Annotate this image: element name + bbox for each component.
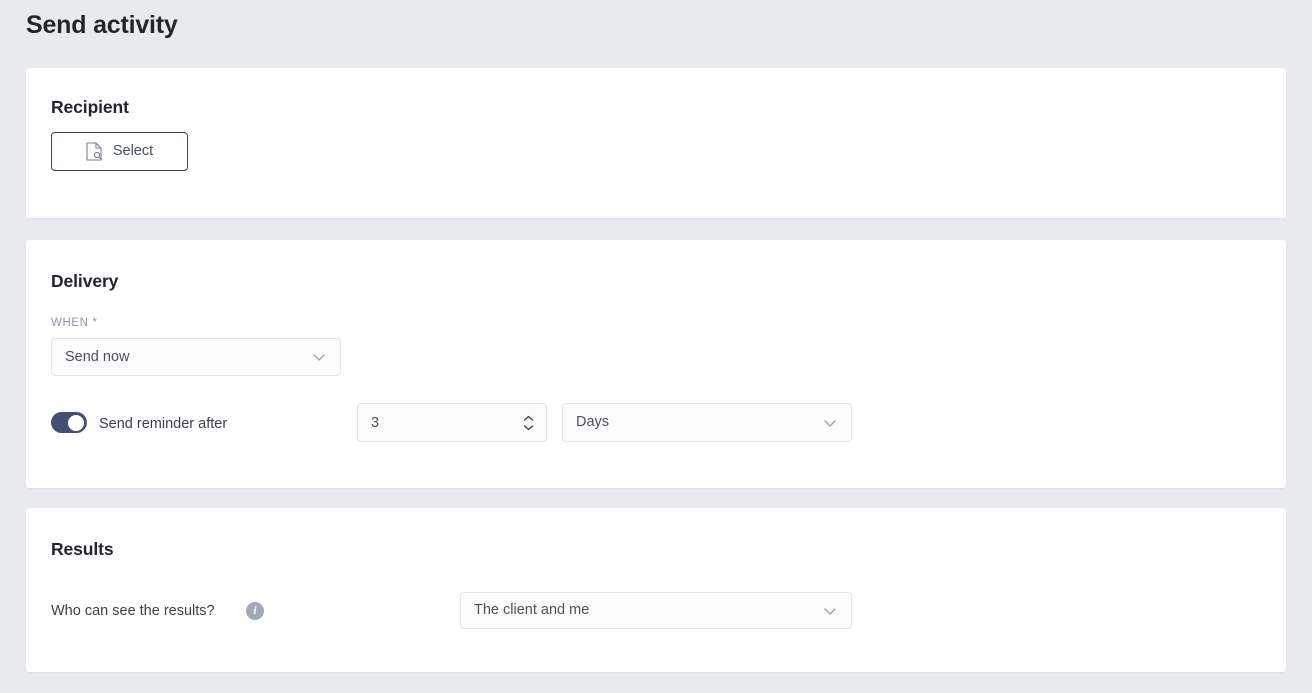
reminder-amount-input[interactable] [358, 404, 546, 441]
results-visibility-select[interactable]: The client and me [460, 592, 852, 629]
info-icon[interactable]: i [246, 602, 264, 620]
when-label-text: WHEN [51, 317, 89, 329]
results-visibility-label: Who can see the results? [51, 603, 215, 619]
chevron-down-icon [821, 602, 839, 620]
stepper-down-icon [523, 424, 534, 430]
page-title: Send activity [26, 11, 178, 39]
recipient-card: Recipient Select [26, 68, 1286, 218]
reminder-unit-value: Days [576, 414, 610, 431]
select-recipient-button[interactable]: Select [51, 132, 188, 171]
chevron-down-icon [821, 414, 839, 432]
when-select-value: Send now [65, 348, 130, 365]
send-activity-page: Send activity Recipient Select Delivery … [0, 0, 1312, 693]
results-section-title: Results [51, 539, 114, 559]
select-recipient-button-label: Select [112, 143, 154, 160]
results-card: Results [26, 508, 1286, 672]
stepper-up-icon [523, 415, 534, 421]
delivery-section-title: Delivery [51, 271, 119, 291]
send-reminder-toggle[interactable] [51, 412, 87, 433]
send-reminder-label: Send reminder after [99, 416, 228, 432]
chevron-down-icon [310, 348, 328, 366]
when-select[interactable]: Send now [51, 338, 341, 376]
document-search-icon [86, 142, 103, 161]
number-stepper[interactable] [522, 413, 535, 433]
reminder-unit-select[interactable]: Days [562, 403, 852, 442]
when-required-marker: * [92, 317, 98, 329]
when-field-label: WHEN * [51, 317, 97, 329]
recipient-section-title: Recipient [51, 97, 129, 117]
reminder-amount-field[interactable] [357, 403, 547, 442]
toggle-knob [68, 414, 84, 431]
results-visibility-value: The client and me [474, 602, 590, 619]
